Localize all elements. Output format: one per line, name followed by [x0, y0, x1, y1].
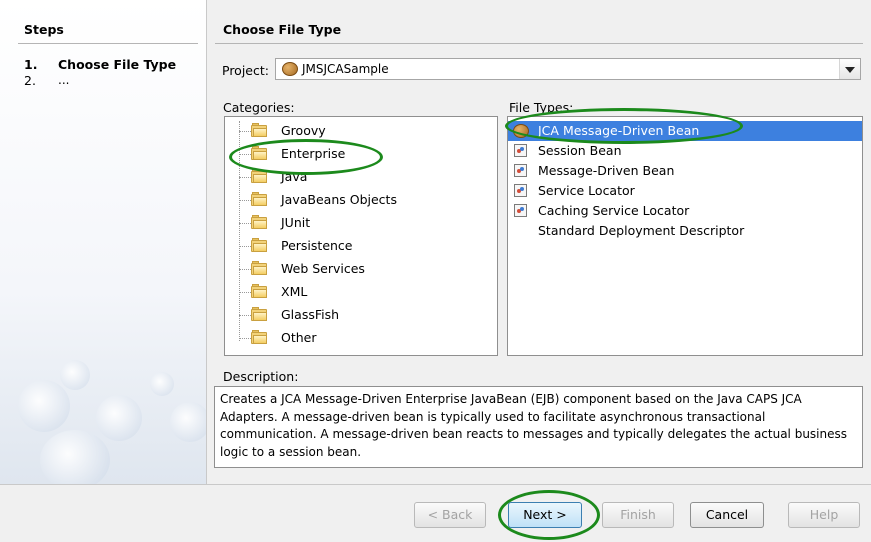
steps-title: Steps — [24, 22, 64, 37]
bean-icon — [514, 164, 527, 177]
tree-connector — [239, 315, 251, 316]
bean-icon — [514, 144, 527, 157]
file-types-list[interactable]: JCA Message-Driven Bean Session Bean Mes… — [507, 116, 863, 356]
project-icon — [282, 62, 298, 76]
tree-connector — [239, 246, 251, 247]
bean-icon — [514, 204, 527, 217]
folder-icon — [251, 307, 267, 321]
coffee-bean-icon — [513, 124, 529, 138]
tree-connector — [239, 200, 251, 201]
next-button[interactable]: Next > — [508, 502, 582, 528]
category-label: JUnit — [281, 215, 311, 230]
back-button[interactable]: < Back — [414, 502, 486, 528]
category-item-java[interactable]: Java — [225, 166, 485, 188]
steps-divider — [18, 43, 198, 44]
step-number: 2. — [24, 73, 36, 88]
description-label: Description: — [223, 369, 299, 384]
file-type-item-caching-service-locator[interactable]: Caching Service Locator — [508, 201, 862, 221]
description-box: Creates a JCA Message-Driven Enterprise … — [214, 386, 863, 468]
file-types-label: File Types: — [509, 100, 574, 115]
finish-button[interactable]: Finish — [602, 502, 674, 528]
category-label: Java — [281, 169, 308, 184]
folder-icon — [251, 215, 267, 229]
bean-icon — [514, 184, 527, 197]
category-item-persistence[interactable]: Persistence — [225, 235, 485, 257]
step-label-current: Choose File Type — [58, 57, 177, 72]
category-label: Groovy — [281, 123, 326, 138]
tree-connector — [239, 177, 251, 178]
category-item-junit[interactable]: JUnit — [225, 212, 485, 234]
decorative-bubble — [150, 372, 174, 396]
categories-tree[interactable]: Groovy Enterprise Java JavaBeans Objects… — [224, 116, 498, 356]
tree-connector — [239, 223, 251, 224]
decorative-bubble — [96, 395, 142, 441]
project-select[interactable]: JMSJCASample — [275, 58, 861, 80]
category-item-groovy[interactable]: Groovy — [225, 120, 485, 142]
category-label: XML — [281, 284, 308, 299]
help-button[interactable]: Help — [788, 502, 860, 528]
step-label: ... — [58, 73, 70, 87]
file-type-label: Service Locator — [538, 183, 635, 198]
step-number: 1. — [24, 57, 38, 72]
folder-icon — [251, 123, 267, 137]
chevron-down-icon — [845, 67, 855, 73]
tree-connector — [239, 269, 251, 270]
category-label: Other — [281, 330, 317, 345]
project-label: Project: — [222, 63, 269, 78]
folder-icon — [251, 330, 267, 344]
file-type-item-standard-deployment-descriptor[interactable]: Standard Deployment Descriptor — [508, 221, 862, 241]
folder-icon — [251, 238, 267, 252]
category-item-other[interactable]: Other — [225, 327, 485, 349]
folder-icon — [251, 261, 267, 275]
file-type-item-service-locator[interactable]: Service Locator — [508, 181, 862, 201]
file-type-label: Caching Service Locator — [538, 203, 690, 218]
file-type-item-jca-message-driven-bean[interactable]: JCA Message-Driven Bean — [508, 121, 862, 141]
file-type-item-session-bean[interactable]: Session Bean — [508, 141, 862, 161]
folder-icon — [251, 192, 267, 206]
file-type-label: Standard Deployment Descriptor — [538, 223, 745, 238]
tree-connector — [239, 338, 251, 339]
file-type-label: Message-Driven Bean — [538, 163, 675, 178]
title-divider — [215, 43, 863, 44]
decorative-bubble — [60, 360, 90, 390]
decorative-bubble — [18, 380, 70, 432]
file-type-label: Session Bean — [538, 143, 622, 158]
category-label: GlassFish — [281, 307, 340, 322]
button-bar-divider — [0, 484, 871, 485]
category-label: Persistence — [281, 238, 353, 253]
folder-icon — [251, 169, 267, 183]
tree-connector — [239, 154, 251, 155]
decorative-bubble — [40, 430, 110, 484]
decorative-bubble — [170, 402, 206, 442]
category-item-enterprise[interactable]: Enterprise — [225, 143, 485, 165]
folder-icon — [251, 146, 267, 160]
category-label: Enterprise — [281, 146, 346, 161]
cancel-button[interactable]: Cancel — [690, 502, 764, 528]
file-type-item-message-driven-bean[interactable]: Message-Driven Bean — [508, 161, 862, 181]
categories-label: Categories: — [223, 100, 295, 115]
description-text: Creates a JCA Message-Driven Enterprise … — [220, 392, 848, 459]
tree-connector — [239, 131, 251, 132]
category-item-web-services[interactable]: Web Services — [225, 258, 485, 280]
file-type-label: JCA Message-Driven Bean — [538, 123, 700, 138]
folder-icon — [251, 284, 267, 298]
category-label: Web Services — [281, 261, 365, 276]
project-select-value: JMSJCASample — [302, 62, 389, 76]
project-dropdown-button[interactable] — [839, 59, 860, 79]
category-item-glassfish[interactable]: GlassFish — [225, 304, 485, 326]
tree-connector — [239, 292, 251, 293]
page-title: Choose File Type — [223, 22, 342, 37]
category-item-javabeans-objects[interactable]: JavaBeans Objects — [225, 189, 485, 211]
category-label: JavaBeans Objects — [281, 192, 397, 207]
category-item-xml[interactable]: XML — [225, 281, 485, 303]
